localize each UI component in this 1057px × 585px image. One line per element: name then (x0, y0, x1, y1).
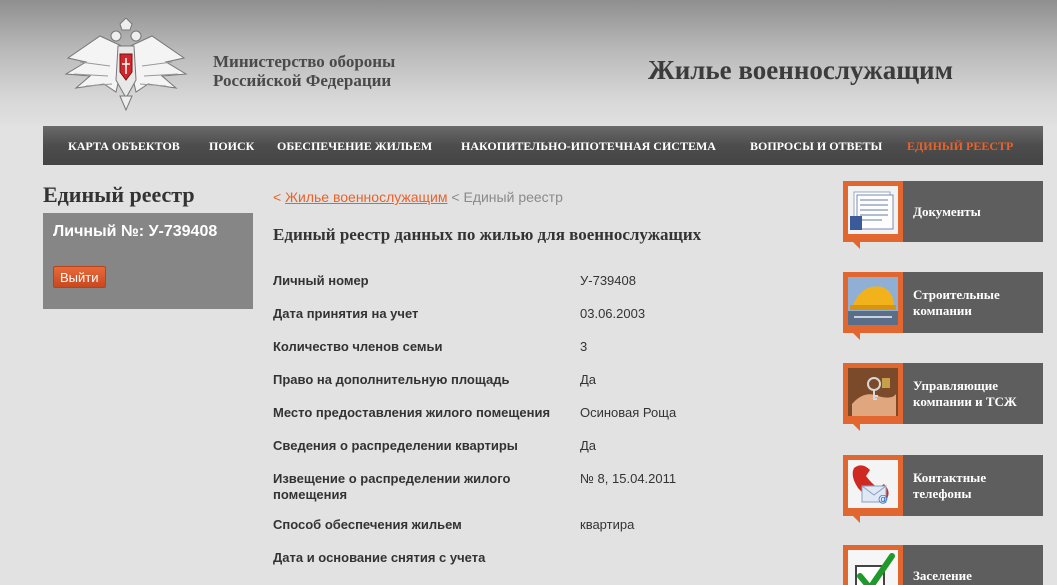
nav-item-registry[interactable]: ЕДИНЫЙ РЕЕСТР (907, 139, 1013, 154)
double-headed-eagle-emblem-icon[interactable] (60, 18, 192, 112)
sidebar-title: Единый реестр (43, 182, 195, 207)
documents-stack-icon (848, 186, 898, 234)
tile-settlement[interactable]: Заселение (843, 545, 1043, 585)
row-label: Способ обеспечения жильем (273, 517, 462, 532)
svg-text:@: @ (878, 494, 888, 505)
row-label: Личный номер (273, 273, 369, 288)
breadcrumb-separator: < (273, 189, 282, 205)
row-label: Количество членов семьи (273, 339, 443, 354)
ministry-line-2: Российской Федерации (213, 71, 392, 90)
user-personal-number: Личный №: У-739408 (53, 223, 218, 240)
logout-button[interactable]: Выйти (53, 266, 106, 288)
tile-label: Заселение (913, 567, 972, 583)
main-navigation: КАРТА ОБЪЕКТОВ ПОИСК ОБЕСПЕЧЕНИЕ ЖИЛЬЕМ … (43, 126, 1043, 165)
breadcrumb-current: Единый реестр (463, 189, 563, 205)
row-value: 3 (580, 339, 588, 354)
row-label: Дата и основание снятия с учета (273, 550, 486, 565)
site-header: Министерство обороны Российской Федераци… (0, 0, 1057, 125)
row-value: 03.06.2003 (580, 306, 646, 321)
keys-in-hand-icon (848, 368, 898, 416)
row-value: № 8, 15.04.2011 (580, 471, 677, 486)
row-label: Извещение о распределении жилого помещен… (273, 471, 511, 502)
tile-management-companies[interactable]: Управляющие компании и ТСЖ (843, 363, 1043, 431)
row-value: квартира (580, 517, 635, 532)
user-box: Личный №: У-739408 Выйти (43, 213, 253, 309)
row-label: Место предоставления жилого помещения (273, 405, 551, 420)
checkmark-box-icon (848, 550, 898, 585)
row-label: Сведения о распределении квартиры (273, 438, 518, 453)
row-value: У-739408 (580, 273, 636, 288)
nav-item-faq[interactable]: ВОПРОСЫ И ОТВЕТЫ (750, 139, 882, 154)
breadcrumb: < Жилье военнослужащим < Единый реестр (273, 189, 563, 205)
page-title: Единый реестр данных по жилью для военно… (273, 225, 702, 244)
tile-label: Контактные телефоны (913, 469, 987, 501)
nav-item-search[interactable]: ПОИСК (209, 139, 254, 154)
row-value: Да (580, 372, 597, 387)
nav-item-housing[interactable]: ОБЕСПЕЧЕНИЕ ЖИЛЬЕМ (277, 139, 432, 154)
nav-item-map[interactable]: КАРТА ОБЪЕКТОВ (68, 139, 180, 154)
tile-label: Документы (913, 203, 981, 219)
tile-contact-phones[interactable]: @ Контактные телефоны (843, 455, 1043, 523)
nav-item-mortgage[interactable]: НАКОПИТЕЛЬНО-ИПОТЕЧНАЯ СИСТЕМА (461, 139, 716, 154)
row-value: Осиновая Роща (580, 405, 677, 420)
ministry-name: Министерство обороны Российской Федераци… (213, 52, 395, 90)
row-label: Право на дополнительную площадь (273, 372, 510, 387)
ministry-line-1: Министерство обороны (213, 52, 396, 71)
tile-construction-companies[interactable]: Строительные компании (843, 272, 1043, 340)
site-title: Жилье военнослужащим (648, 55, 954, 85)
tile-label: Управляющие компании и ТСЖ (913, 377, 1017, 409)
breadcrumb-separator: < (451, 189, 460, 205)
construction-helmet-icon (848, 277, 898, 325)
tile-documents[interactable]: Документы (843, 181, 1043, 249)
phone-mail-icon: @ (848, 460, 898, 508)
row-label: Дата принятия на учет (273, 306, 419, 321)
breadcrumb-link-home[interactable]: Жилье военнослужащим (285, 189, 447, 205)
tile-label: Строительные компании (913, 286, 1000, 318)
row-value: Да (580, 438, 597, 453)
